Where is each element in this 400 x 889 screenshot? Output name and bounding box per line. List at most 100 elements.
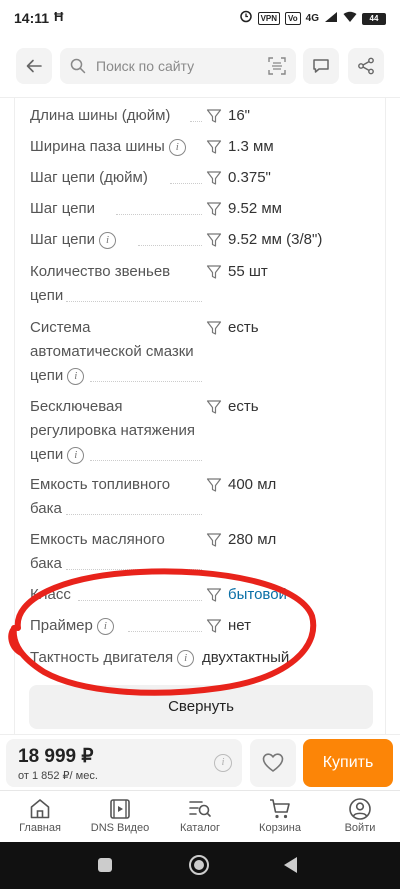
dotted-leader <box>90 381 202 382</box>
dotted-leader <box>90 460 202 461</box>
filter-icon[interactable] <box>206 587 222 603</box>
filter-icon[interactable] <box>206 264 222 280</box>
spec-label: Длина шины (дюйм) <box>30 107 171 124</box>
catalog-icon <box>189 801 211 817</box>
spec-label: Шаг цепи <box>30 200 95 217</box>
filter-icon[interactable] <box>206 618 222 634</box>
battery-icon: 44 <box>362 12 386 25</box>
user-icon <box>349 798 371 820</box>
spec-label: Класс <box>30 586 71 603</box>
spec-label: Ширина паза шины i <box>30 135 200 159</box>
filter-icon[interactable] <box>206 477 222 493</box>
search-icon <box>70 58 86 74</box>
info-icon[interactable]: i <box>214 754 232 772</box>
top-header: Поиск по сайту <box>0 36 400 98</box>
price: 18 999 ₽ <box>18 746 94 767</box>
dotted-leader <box>66 569 202 570</box>
heart-icon <box>262 753 284 772</box>
nav-item-catalog[interactable]: Каталог <box>160 791 240 842</box>
info-icon[interactable]: i <box>96 617 114 635</box>
spec-value: 9.52 мм (3/8") <box>228 231 323 248</box>
spec-value: 280 мл <box>228 531 277 548</box>
back-button[interactable] <box>16 48 52 84</box>
dotted-leader <box>138 245 202 246</box>
filter-icon[interactable] <box>206 232 222 248</box>
spec-value-link[interactable]: бытовой <box>228 583 287 607</box>
status-bar: 14:11 Ħ VPN Vo 4G 44 <box>0 0 400 36</box>
nav-item-cart[interactable]: Корзина <box>240 791 320 842</box>
credit-price: от 1 852 ₽/ мес. <box>18 770 98 782</box>
dotted-leader <box>128 631 202 632</box>
spec-value: есть <box>228 398 259 415</box>
spec-label: Система автоматической смазки цепи i <box>30 319 194 385</box>
spec-value: 9.52 мм <box>228 200 282 217</box>
video-icon <box>110 799 130 819</box>
spec-label: Бесключевая регулировка натяжения цепи i <box>30 398 195 464</box>
share-button[interactable] <box>348 48 384 84</box>
nav-label: Главная <box>19 822 61 834</box>
alarm-icon <box>239 9 253 28</box>
collapse-button[interactable]: Свернуть <box>29 685 373 729</box>
spec-value: 55 шт <box>228 263 268 280</box>
home-icon <box>30 799 50 819</box>
info-icon[interactable]: i <box>168 138 186 156</box>
filter-icon[interactable] <box>206 170 222 186</box>
recent-apps-button[interactable] <box>98 858 112 872</box>
status-indicators: VPN Vo 4G 44 <box>239 9 386 28</box>
search-bar[interactable]: Поиск по сайту <box>60 48 296 84</box>
filter-icon[interactable] <box>206 201 222 217</box>
scan-icon[interactable] <box>268 57 286 75</box>
info-icon[interactable]: i <box>67 367 85 385</box>
chat-button[interactable] <box>303 48 339 84</box>
spec-value: 400 мл <box>228 476 277 493</box>
dotted-leader <box>116 214 202 215</box>
spec-label: Шаг цепи (дюйм) <box>30 169 148 186</box>
dotted-leader <box>66 301 202 302</box>
specifications-list: Длина шины (дюйм) 16" Ширина паза шины i … <box>14 98 386 734</box>
back-arrow-icon <box>26 59 42 73</box>
signal-icon <box>324 10 338 28</box>
search-input[interactable]: Поиск по сайту <box>96 58 194 74</box>
filter-icon[interactable] <box>206 532 222 548</box>
info-icon[interactable]: i <box>67 446 85 464</box>
home-button[interactable] <box>189 855 209 875</box>
filter-icon[interactable] <box>206 399 222 415</box>
spec-value: нет <box>228 617 251 634</box>
spec-label: Праймер i <box>30 614 200 638</box>
nav-item-video[interactable]: DNS Видео <box>80 791 160 842</box>
back-triangle-button[interactable] <box>284 857 297 873</box>
spec-value: двухтактный <box>202 649 290 666</box>
dotted-leader <box>170 183 202 184</box>
info-icon[interactable]: i <box>177 649 195 667</box>
volte-icon: Vo <box>285 12 301 25</box>
cart-icon <box>270 799 290 819</box>
dotted-leader <box>78 600 202 601</box>
buy-button[interactable]: Купить <box>303 739 393 787</box>
vpn-icon: VPN <box>257 12 281 25</box>
nav-item-home[interactable]: Главная <box>0 791 80 842</box>
spec-label: Тактность двигателя i <box>30 646 220 670</box>
filter-icon[interactable] <box>206 108 222 124</box>
notification-icon: Ħ <box>54 9 64 24</box>
buy-bar: 18 999 ₽ от 1 852 ₽/ мес. i Купить <box>0 734 400 790</box>
bottom-navigation: Главная DNS Видео Каталог Корзина Войти <box>0 790 400 842</box>
dotted-leader <box>190 121 202 122</box>
nav-label: DNS Видео <box>90 822 150 834</box>
status-time: 14:11 <box>14 10 50 26</box>
spec-value: есть <box>228 319 259 336</box>
wifi-icon <box>343 10 357 28</box>
chat-icon <box>313 59 329 73</box>
spec-value: 0.375" <box>228 169 271 186</box>
nav-item-login[interactable]: Войти <box>320 791 400 842</box>
nav-label: Каталог <box>180 822 220 834</box>
network-type: 4G <box>305 13 319 24</box>
dotted-leader <box>66 514 202 515</box>
system-navigation-bar <box>0 842 400 889</box>
filter-icon[interactable] <box>206 320 222 336</box>
share-icon <box>358 57 374 75</box>
price-box[interactable]: 18 999 ₽ от 1 852 ₽/ мес. i <box>6 739 242 787</box>
filter-icon[interactable] <box>206 139 222 155</box>
wishlist-button[interactable] <box>250 739 296 787</box>
spec-label: Шаг цепи i <box>30 228 200 252</box>
info-icon[interactable]: i <box>99 231 116 249</box>
